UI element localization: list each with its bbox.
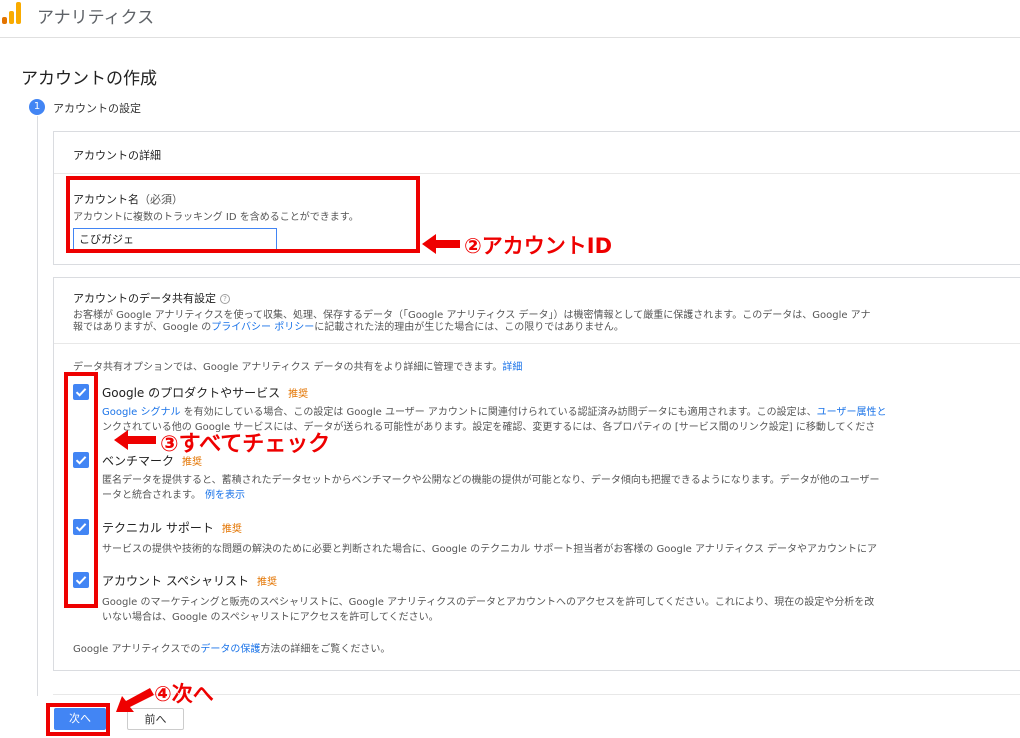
card-divider <box>54 343 1020 344</box>
option-title-technical-support: テクニカル サポート 推奨 <box>102 519 242 536</box>
option-desc-benchmark-line2: ータと統合されます。 例を表示 <box>102 486 245 501</box>
card-divider <box>54 173 1020 174</box>
option-title-google-products: Google のプロダクトやサービス 推奨 <box>102 384 308 401</box>
desc-text: 報ではありますが、Google の <box>73 322 212 333</box>
user-attributes-link[interactable]: ユーザー属性と <box>817 407 887 418</box>
option-desc-text: ータと統合されます。 <box>102 490 201 501</box>
option-desc-account-specialist-line2: いない場合は、Google のスペシャリストにアクセスを許可してください。 <box>102 612 439 623</box>
account-details-header: アカウントの詳細 <box>73 149 161 162</box>
intro-text: データ共有オプションでは、Google アナリティクス データの共有をより詳細に… <box>73 362 503 373</box>
desc-text: に記載された法的理由が生じた場合には、この限りではありません。 <box>314 322 624 333</box>
details-link[interactable]: 詳細 <box>502 362 522 373</box>
option-desc-benchmark-line1: 匿名データを提供すると、蓄積されたデータセットからベンチマークや公開などの機能の… <box>102 475 880 486</box>
google-signals-link[interactable]: Google シグナル <box>102 407 180 418</box>
show-example-link[interactable]: 例を表示 <box>205 490 245 501</box>
annotation-box-next <box>46 703 110 736</box>
sharing-intro: データ共有オプションでは、Google アナリティクス データの共有をより詳細に… <box>73 358 522 373</box>
recommended-badge: 推奨 <box>182 457 203 468</box>
step-number: 1 <box>29 99 45 115</box>
annotation-box-checkboxes <box>64 372 98 608</box>
analytics-logo-icon[interactable] <box>2 2 22 24</box>
top-bar: アナリティクス <box>0 0 1020 38</box>
option-title-account-specialist: アカウント スペシャリスト 推奨 <box>102 572 277 589</box>
sharing-title: アカウントのデータ共有設定? <box>73 290 230 306</box>
sharing-title-text: アカウントのデータ共有設定 <box>73 292 216 305</box>
option-title-text: テクニカル サポート <box>102 521 214 535</box>
recommended-badge: 推奨 <box>256 577 277 588</box>
red-arrow-icon <box>114 430 156 450</box>
option-desc-account-specialist-line1: Google のマーケティングと販売のスペシャリストに、Google アナリティ… <box>102 597 875 608</box>
option-desc-technical-support-line1: サービスの提供や技術的な問題の解決のために必要と判断された場合に、Google … <box>102 544 878 555</box>
footer-text: 方法の詳細をご覧ください。 <box>260 644 391 655</box>
red-arrow-icon <box>116 688 154 712</box>
privacy-policy-link[interactable]: プライバシー ポリシー <box>211 322 314 333</box>
red-arrow-icon <box>422 234 460 254</box>
recommended-badge: 推奨 <box>221 524 242 535</box>
option-desc-google-products-line1: Google シグナル を有効にしている場合、この設定は Google ユーザー… <box>102 403 886 418</box>
option-desc-text: を有効にしている場合、この設定は Google ユーザー アカウントに関連付けら… <box>180 407 817 418</box>
option-title-text: Google のプロダクトやサービス <box>102 386 281 400</box>
sharing-description-line2: 報ではありますが、Google のプライバシー ポリシーに記載された法的理由が生… <box>73 318 624 333</box>
help-icon[interactable]: ? <box>220 294 230 304</box>
annotation-box-account-name <box>66 176 420 253</box>
data-protection-footer: Google アナリティクスでのデータの保護方法の詳細をご覧ください。 <box>73 640 390 655</box>
annotation-next: ④次へ <box>154 682 214 706</box>
page-title: アカウントの作成 <box>21 69 157 89</box>
step-label: アカウントの設定 <box>53 102 141 115</box>
footer-text: Google アナリティクスでの <box>73 644 201 655</box>
step-line <box>37 116 38 696</box>
app-title: アナリティクス <box>37 8 155 28</box>
annotation-account-id: ②アカウントID <box>464 234 613 258</box>
option-title-text: アカウント スペシャリスト <box>102 574 249 588</box>
annotation-check-all: ③すべてチェック <box>160 432 331 457</box>
recommended-badge: 推奨 <box>288 389 309 400</box>
data-protection-link[interactable]: データの保護 <box>200 644 260 655</box>
